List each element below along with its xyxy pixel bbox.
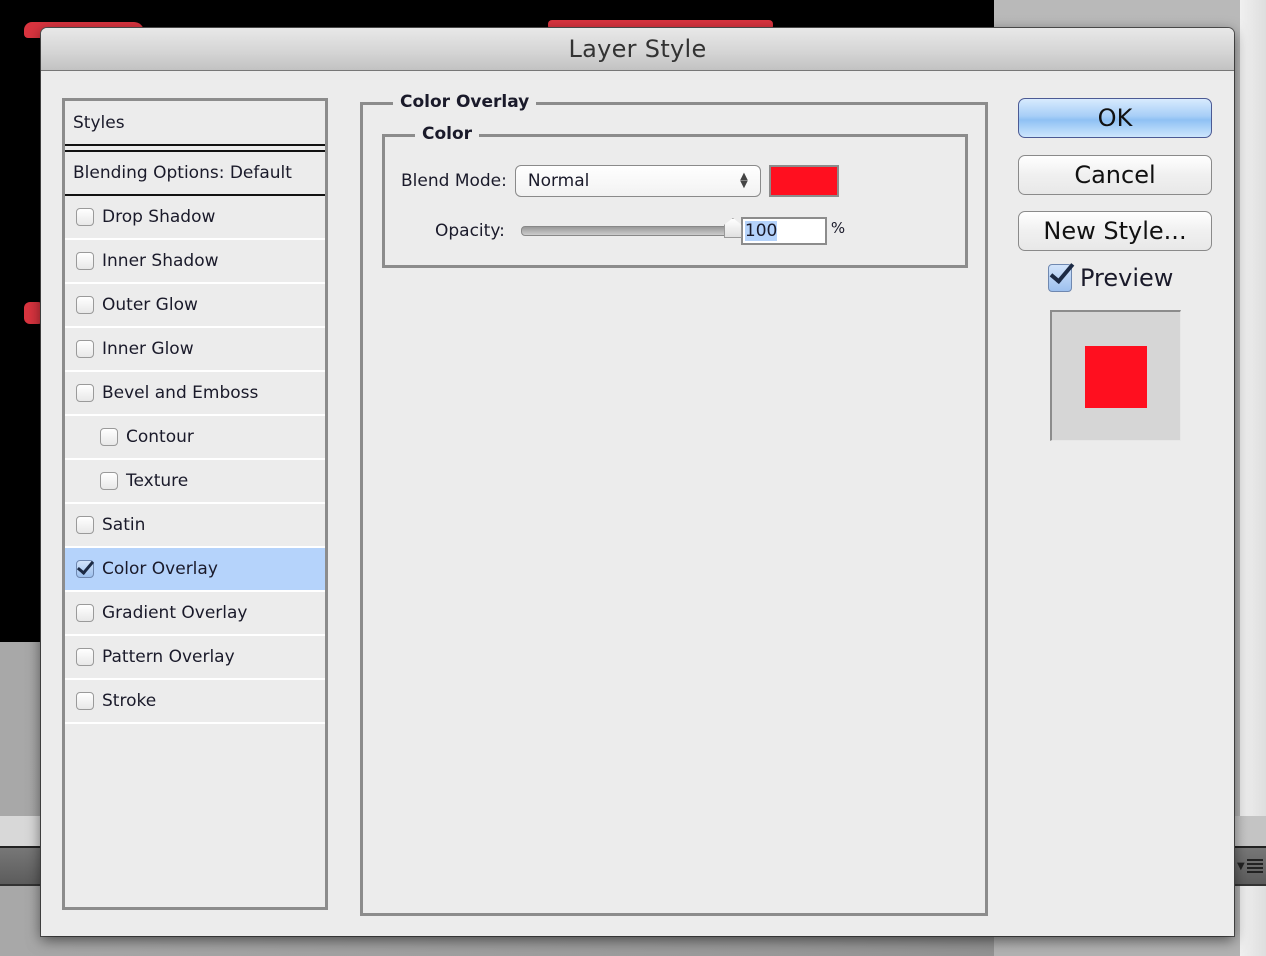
checkbox[interactable]: [76, 384, 94, 402]
style-item-drop-shadow[interactable]: Drop Shadow: [65, 196, 325, 240]
style-item-label: Pattern Overlay: [102, 647, 235, 667]
style-item-label: Inner Glow: [102, 339, 194, 359]
background-edge: [1240, 0, 1266, 956]
preview-swatch: [1085, 346, 1147, 408]
style-item-label: Color Overlay: [102, 559, 218, 579]
opacity-value: 100: [744, 221, 778, 241]
menu-lines-icon: [1246, 859, 1263, 873]
checkbox[interactable]: [76, 560, 94, 578]
checkbox[interactable]: [100, 472, 118, 490]
blend-mode-row: Blend Mode: Normal ▲ ▼: [401, 165, 839, 197]
checkbox[interactable]: [76, 296, 94, 314]
checkbox[interactable]: [76, 692, 94, 710]
style-item-outer-glow[interactable]: Outer Glow: [65, 284, 325, 328]
checkbox[interactable]: [76, 604, 94, 622]
dropdown-triangle-icon: ▼: [1237, 860, 1245, 872]
checkbox[interactable]: [76, 208, 94, 226]
blend-mode-select[interactable]: Normal ▲ ▼: [514, 165, 761, 197]
opacity-row: Opacity: 100 %: [435, 217, 845, 245]
styles-header[interactable]: Styles: [65, 101, 325, 146]
style-item-label: Inner Shadow: [102, 251, 219, 271]
dialog-titlebar[interactable]: Layer Style: [41, 28, 1234, 71]
style-item-color-overlay[interactable]: Color Overlay: [65, 548, 325, 592]
style-item-label: Contour: [126, 427, 194, 447]
color-overlay-group: Color Overlay Color Blend Mode: Normal ▲…: [360, 92, 988, 916]
style-item-bevel-and-emboss[interactable]: Bevel and Emboss: [65, 372, 325, 416]
blending-options-item[interactable]: Blending Options: Default: [65, 152, 325, 196]
overlay-color-swatch[interactable]: [768, 165, 839, 197]
opacity-slider[interactable]: [520, 218, 742, 238]
ok-button[interactable]: OK: [1018, 98, 1212, 138]
opacity-label: Opacity:: [435, 221, 505, 241]
style-item-label: Texture: [126, 471, 189, 491]
checkbox[interactable]: [76, 340, 94, 358]
style-item-texture[interactable]: Texture: [65, 460, 325, 504]
style-item-label: Stroke: [102, 691, 157, 711]
dialog-title: Layer Style: [568, 35, 707, 63]
styles-list: Styles Blending Options: Default Drop Sh…: [62, 98, 328, 910]
style-preview-thumbnail: [1050, 310, 1181, 441]
updown-arrows-icon: ▲ ▼: [740, 171, 748, 190]
style-item-stroke[interactable]: Stroke: [65, 680, 325, 724]
style-item-label: Gradient Overlay: [102, 603, 248, 623]
preview-checkbox[interactable]: [1048, 264, 1072, 292]
new-style-button[interactable]: New Style...: [1018, 211, 1212, 251]
checkbox[interactable]: [76, 648, 94, 666]
preview-checkbox-row[interactable]: Preview: [1048, 264, 1173, 292]
color-subgroup-title: Color: [415, 124, 480, 144]
style-item-label: Drop Shadow: [102, 207, 216, 227]
percent-unit: %: [830, 219, 846, 237]
opacity-slider-thumb[interactable]: [723, 218, 742, 238]
layer-style-dialog: Layer Style Styles Blending Options: Def…: [41, 28, 1234, 936]
checkbox[interactable]: [76, 252, 94, 270]
style-item-gradient-overlay[interactable]: Gradient Overlay: [65, 592, 325, 636]
style-item-pattern-overlay[interactable]: Pattern Overlay: [65, 636, 325, 680]
style-item-label: Outer Glow: [102, 295, 198, 315]
style-item-contour[interactable]: Contour: [65, 416, 325, 460]
color-overlay-group-title: Color Overlay: [393, 92, 537, 112]
style-items: Drop Shadow Inner Shadow Outer Glow Inner G…: [65, 196, 325, 724]
blend-mode-label: Blend Mode:: [401, 171, 507, 191]
opacity-input[interactable]: 100: [740, 217, 827, 245]
checkbox[interactable]: [100, 428, 118, 446]
checkbox[interactable]: [76, 516, 94, 534]
style-item-label: Bevel and Emboss: [102, 383, 259, 403]
panel-menu-button[interactable]: ▼: [1237, 858, 1266, 874]
blend-mode-value: Normal: [527, 171, 590, 191]
color-subgroup: Color Blend Mode: Normal ▲ ▼ Opacity: 100…: [382, 124, 968, 268]
preview-label: Preview: [1080, 264, 1174, 292]
cancel-button[interactable]: Cancel: [1018, 155, 1212, 195]
style-item-label: Satin: [102, 515, 146, 535]
style-item-inner-glow[interactable]: Inner Glow: [65, 328, 325, 372]
style-item-inner-shadow[interactable]: Inner Shadow: [65, 240, 325, 284]
style-item-satin[interactable]: Satin: [65, 504, 325, 548]
